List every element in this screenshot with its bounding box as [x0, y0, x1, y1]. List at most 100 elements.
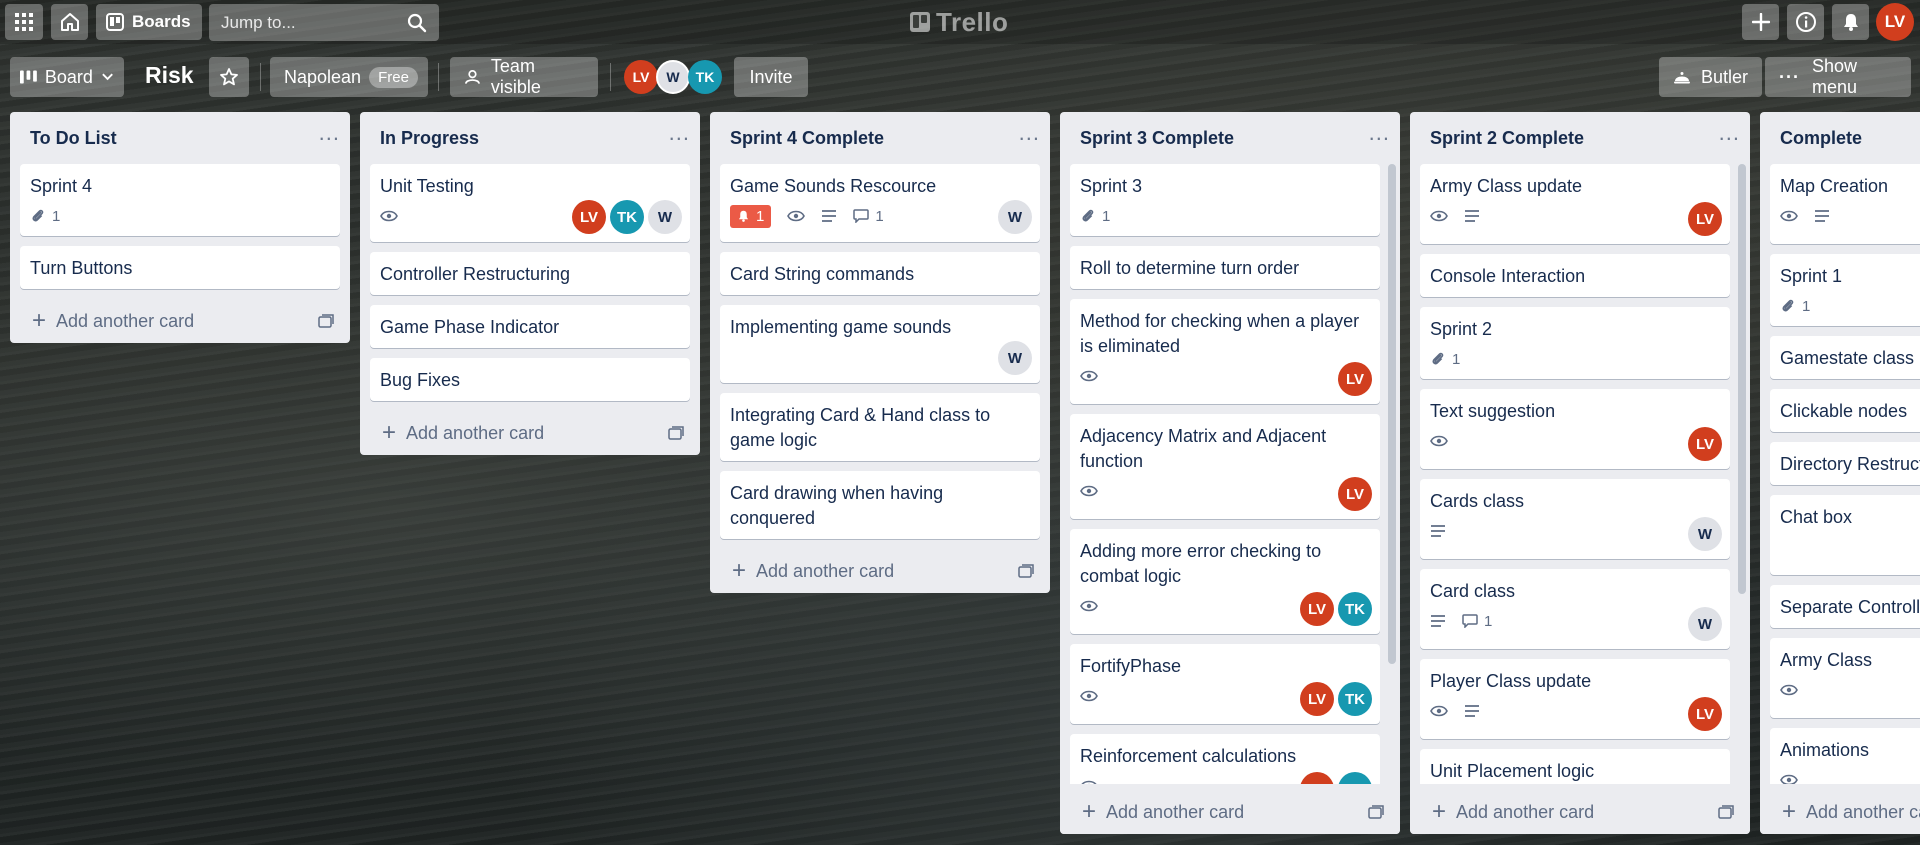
card-template-icon[interactable]	[668, 426, 684, 440]
card[interactable]: Text suggestion LV	[1420, 389, 1730, 469]
add-card-button[interactable]: + Add another card	[1432, 798, 1594, 826]
list-title[interactable]: Sprint 4 Complete	[730, 128, 884, 149]
boards-button[interactable]: Boards	[96, 4, 202, 40]
card[interactable]: Bug Fixes	[370, 358, 690, 401]
member-avatar[interactable]: LV	[1688, 697, 1722, 731]
list-menu-icon[interactable]: ...	[1019, 122, 1040, 148]
card[interactable]: Unit Testing LV TK W	[370, 164, 690, 242]
member-avatar[interactable]: TK	[1338, 592, 1372, 626]
card-template-icon[interactable]	[1018, 564, 1034, 578]
card[interactable]: Game Phase Indicator	[370, 305, 690, 348]
card[interactable]: Card String commands	[720, 252, 1040, 295]
info-button[interactable]	[1787, 4, 1824, 40]
list-menu-icon[interactable]: ...	[1719, 122, 1740, 148]
member-avatar[interactable]: W	[1688, 607, 1722, 641]
board-member-avatar[interactable]: TK	[688, 60, 722, 94]
card[interactable]: Separate Controlle	[1770, 585, 1920, 628]
list-title[interactable]: Sprint 3 Complete	[1080, 128, 1234, 149]
list-title[interactable]: To Do List	[30, 128, 117, 149]
card[interactable]: Unit Placement logic	[1420, 749, 1730, 784]
card[interactable]: Army Class	[1770, 638, 1920, 718]
board-view-switcher[interactable]: Board	[10, 57, 124, 97]
member-avatar[interactable]: LV	[1338, 477, 1372, 511]
user-avatar[interactable]: LV	[1876, 3, 1914, 41]
card[interactable]: Integrating Card & Hand class to game lo…	[720, 393, 1040, 461]
watching-badge	[1780, 774, 1798, 784]
card[interactable]: Controller Restructuring	[370, 252, 690, 295]
member-avatar[interactable]: W	[1688, 517, 1722, 551]
card[interactable]: Implementing game sounds W	[720, 305, 1040, 383]
attachment-count: 1	[1452, 350, 1461, 368]
list-title[interactable]: Sprint 2 Complete	[1430, 128, 1584, 149]
card-template-icon[interactable]	[1368, 805, 1384, 819]
add-card-button[interactable]: + Add another card	[1082, 798, 1244, 826]
list-title[interactable]: Complete	[1780, 128, 1862, 149]
card[interactable]: Reinforcement calculations LV TK	[1070, 734, 1380, 784]
visibility-button[interactable]: Team visible	[450, 56, 598, 97]
star-button[interactable]	[209, 57, 249, 97]
search-icon[interactable]	[407, 13, 427, 33]
member-avatar[interactable]: LV	[1338, 362, 1372, 396]
member-avatar[interactable]: W	[998, 341, 1032, 375]
trello-logo[interactable]: Trello	[910, 7, 1008, 37]
member-avatar[interactable]: LV	[1688, 202, 1722, 236]
team-button[interactable]: Napolean Free	[270, 57, 428, 97]
card[interactable]: Card drawing when having conquered	[720, 471, 1040, 539]
card[interactable]: Sprint 3 1	[1070, 164, 1380, 236]
card[interactable]: Gamestate class	[1770, 336, 1920, 379]
card[interactable]: Adjacency Matrix and Adjacent function L…	[1070, 414, 1380, 519]
card[interactable]: Directory Restructu	[1770, 442, 1920, 485]
card[interactable]: Cards class W	[1420, 479, 1730, 559]
card[interactable]: Clickable nodes	[1770, 389, 1920, 432]
card[interactable]: Turn Buttons	[20, 246, 340, 289]
member-avatar[interactable]: LV	[1300, 682, 1334, 716]
member-avatar[interactable]: LV	[572, 200, 606, 234]
list-menu-icon[interactable]: ...	[669, 122, 690, 148]
add-card-button[interactable]: + Add another card	[732, 557, 894, 585]
member-avatar[interactable]: LV	[1688, 427, 1722, 461]
board-member-avatar[interactable]: W	[656, 60, 690, 94]
card[interactable]: Console Interaction	[1420, 254, 1730, 297]
add-card-button[interactable]: + Add another card	[32, 307, 194, 335]
card[interactable]: Roll to determine turn order	[1070, 246, 1380, 289]
add-card-button[interactable]: + Add another card	[1782, 798, 1920, 826]
show-menu-button[interactable]: ··· Show menu	[1765, 56, 1911, 97]
card[interactable]: FortifyPhase LV TK	[1070, 644, 1380, 724]
invite-button[interactable]: Invite	[734, 57, 808, 97]
home-button[interactable]	[51, 4, 88, 40]
search-box[interactable]	[209, 4, 439, 41]
member-avatar[interactable]: LV	[1300, 772, 1334, 784]
butler-button[interactable]: Butler	[1659, 57, 1762, 97]
card[interactable]: Sprint 1 1	[1770, 254, 1920, 326]
list-menu-icon[interactable]: ...	[319, 122, 340, 148]
member-avatar[interactable]: W	[998, 200, 1032, 234]
member-avatar[interactable]: TK	[610, 200, 644, 234]
board-member-avatar[interactable]: LV	[624, 60, 658, 94]
create-button[interactable]	[1742, 4, 1779, 40]
apps-grid-icon[interactable]	[5, 4, 43, 40]
member-avatar[interactable]: W	[648, 200, 682, 234]
card[interactable]: Sprint 2 1	[1420, 307, 1730, 379]
card[interactable]: Animations	[1770, 728, 1920, 784]
search-input[interactable]	[219, 11, 403, 34]
card[interactable]: Chat box	[1770, 495, 1920, 575]
board-title[interactable]: Risk	[145, 62, 194, 89]
card[interactable]: Adding more error checking to combat log…	[1070, 529, 1380, 634]
card[interactable]: Card class 1 W	[1420, 569, 1730, 649]
notifications-button[interactable]	[1832, 4, 1869, 40]
card-template-icon[interactable]	[318, 314, 334, 328]
list-title[interactable]: In Progress	[380, 128, 479, 149]
list-menu-icon[interactable]: ...	[1369, 122, 1390, 148]
member-avatar[interactable]: TK	[1338, 772, 1372, 784]
add-card-button[interactable]: + Add another card	[382, 419, 544, 447]
watching-badge	[1430, 210, 1448, 222]
card[interactable]: Sprint 4 1	[20, 164, 340, 236]
card[interactable]: Method for checking when a player is eli…	[1070, 299, 1380, 404]
card[interactable]: Map Creation	[1770, 164, 1920, 244]
card-template-icon[interactable]	[1718, 805, 1734, 819]
card[interactable]: Army Class update LV	[1420, 164, 1730, 244]
card[interactable]: Game Sounds Rescource 1 1 W	[720, 164, 1040, 242]
card[interactable]: Player Class update LV	[1420, 659, 1730, 739]
member-avatar[interactable]: TK	[1338, 682, 1372, 716]
member-avatar[interactable]: LV	[1300, 592, 1334, 626]
